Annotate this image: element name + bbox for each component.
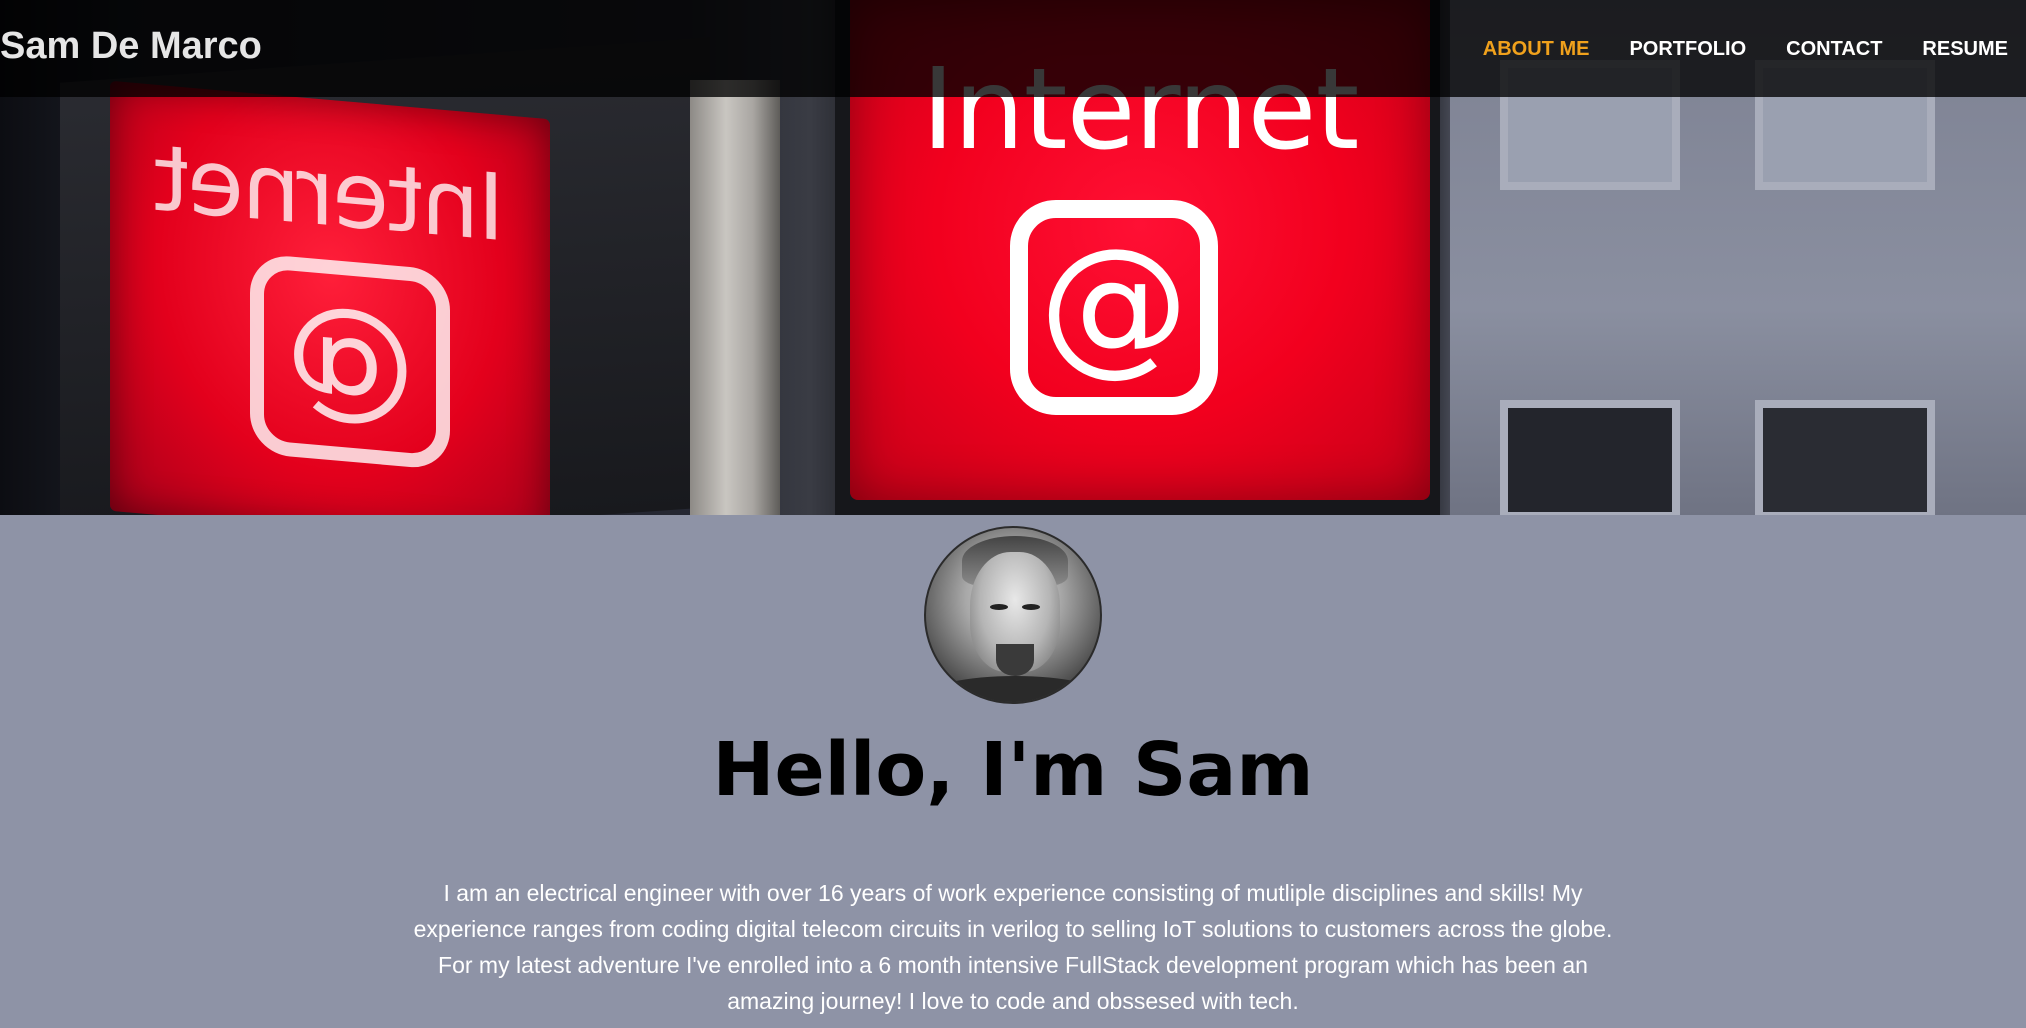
- nav-link-about-me[interactable]: ABOUT ME: [1483, 38, 1590, 61]
- avatar-eye: [990, 604, 1008, 610]
- nav-link-portfolio[interactable]: PORTFOLIO: [1629, 38, 1746, 61]
- page-title: Hello, I'm Sam: [712, 727, 1314, 813]
- nav-link-resume[interactable]: RESUME: [1922, 38, 2008, 61]
- nav-links: ABOUT ME PORTFOLIO CONTACT RESUME: [1443, 38, 2008, 61]
- avatar-shoulders: [926, 676, 1100, 702]
- avatar-eye: [1022, 604, 1040, 610]
- site-brand[interactable]: Sam De Marco: [0, 25, 262, 68]
- hero-sign-reflection: Internet @: [110, 80, 550, 515]
- about-section: Hello, I'm Sam I am an electrical engine…: [0, 515, 2026, 1028]
- hero-pillar: [690, 80, 780, 515]
- hero-window: [1500, 400, 1680, 515]
- avatar: [924, 526, 1102, 704]
- hero-sign-reflection-text: Internet: [155, 124, 505, 263]
- nav-link-contact[interactable]: CONTACT: [1786, 38, 1882, 61]
- hero-sign-at-icon: @: [1010, 200, 1218, 415]
- avatar-beard: [996, 644, 1034, 676]
- hero-sign-reflection-at-icon: @: [250, 253, 450, 471]
- bio-text: I am an electrical engineer with over 16…: [413, 880, 1613, 1014]
- page: Internet @ Internet @ Sam De Marco ABOUT…: [0, 0, 2026, 1028]
- hero-window: [1755, 400, 1935, 515]
- navbar: Sam De Marco ABOUT ME PORTFOLIO CONTACT …: [0, 0, 2026, 97]
